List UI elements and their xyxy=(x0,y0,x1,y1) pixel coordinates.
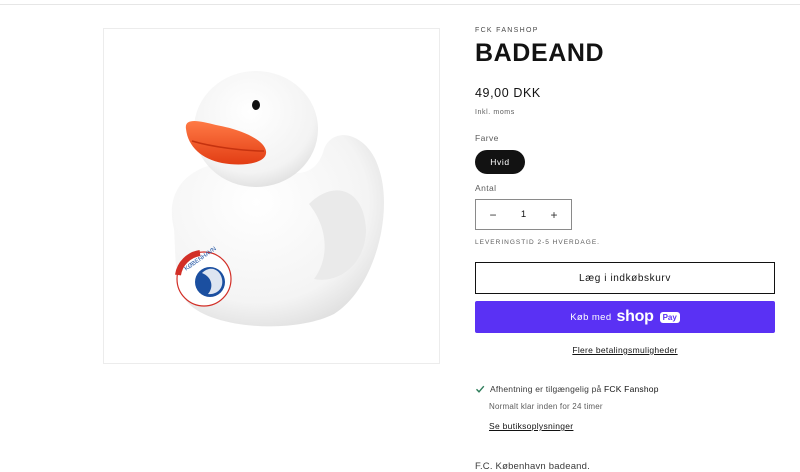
quantity-minus-button[interactable]: − xyxy=(486,208,500,222)
lead-time: LEVERINGSTID 2-5 HVERDAGE. xyxy=(475,239,600,246)
pickup-ready-time: Normalt klar inden for 24 timer xyxy=(489,402,603,411)
product-image[interactable]: KØBENHAVN xyxy=(103,28,440,364)
product-title: BADEAND xyxy=(475,39,605,67)
color-label: Farve xyxy=(475,133,499,143)
shop-pay-badge: Pay xyxy=(659,311,680,323)
pickup-text: Afhentning er tilgængelig på FCK Fanshop xyxy=(490,384,659,394)
shop-pay-button[interactable]: Køb med shop Pay xyxy=(475,301,775,333)
more-payment-options-link[interactable]: Flere betalingsmuligheder xyxy=(475,345,775,355)
store-info-link[interactable]: Se butiksoplysninger xyxy=(489,421,573,431)
quantity-label: Antal xyxy=(475,183,497,193)
quantity-input[interactable]: 1 xyxy=(521,209,526,220)
pickup-store-name: FCK Fanshop xyxy=(604,384,659,394)
shop-pay-prefix: Køb med xyxy=(570,311,612,323)
quantity-plus-button[interactable]: + xyxy=(547,208,561,222)
pickup-availability: Afhentning er tilgængelig på FCK Fanshop… xyxy=(475,384,775,434)
color-option-hvid[interactable]: Hvid xyxy=(475,150,525,174)
header-divider xyxy=(0,0,800,5)
quantity-stepper: − 1 + xyxy=(475,199,572,230)
product-description: F.C. København badeand. xyxy=(475,461,590,472)
rubber-duck-image: KØBENHAVN xyxy=(171,71,384,327)
shop-pay-logo: shop xyxy=(616,308,654,325)
check-icon xyxy=(476,385,485,393)
product-vendor: FCK FANSHOP xyxy=(475,27,539,34)
product-info: FCK FANSHOP BADEAND 49,00 DKK Inkl. moms… xyxy=(475,27,775,355)
product-price: 49,00 DKK xyxy=(475,86,541,100)
tax-note: Inkl. moms xyxy=(475,109,515,116)
pickup-text-prefix: Afhentning er tilgængelig på xyxy=(490,384,602,394)
add-to-cart-button[interactable]: Læg i indkøbskurv xyxy=(475,262,775,294)
